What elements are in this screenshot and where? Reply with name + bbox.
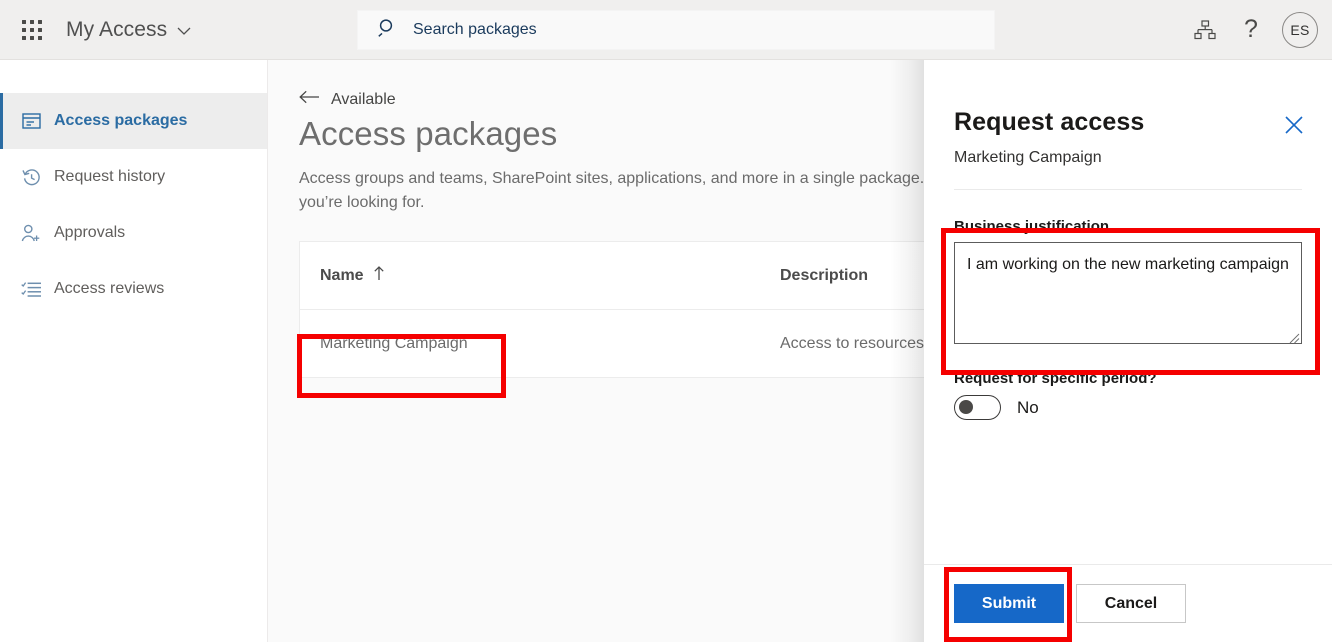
specific-period-field: Request for specific period? No <box>954 370 1302 420</box>
search-input[interactable]: Search packages <box>357 10 995 50</box>
sidebar-item-label: Approvals <box>54 224 125 242</box>
avatar-initials: ES <box>1290 22 1309 38</box>
column-header-name[interactable]: Name <box>320 265 780 286</box>
specific-period-value: No <box>1017 398 1039 418</box>
sidebar-item-approvals[interactable]: Approvals <box>0 205 267 261</box>
help-question-icon[interactable]: ? <box>1228 0 1274 59</box>
panel-title: Request access <box>954 108 1302 137</box>
panel-body: Business justification Request for speci… <box>924 190 1332 564</box>
toggle-knob <box>959 400 973 414</box>
request-access-panel: Request access Marketing Campaign Busine… <box>924 60 1332 642</box>
panel-header: Request access Marketing Campaign <box>924 60 1332 190</box>
header-actions: ? ES <box>1182 0 1332 59</box>
specific-period-toggle[interactable] <box>954 395 1001 420</box>
person-add-icon <box>20 224 42 243</box>
breadcrumb-label: Available <box>331 91 396 109</box>
sidebar-item-access-reviews[interactable]: Access reviews <box>0 261 267 317</box>
sidebar: Access packages Request history <box>0 60 268 642</box>
package-box-icon <box>20 112 42 130</box>
sidebar-item-label: Request history <box>54 168 165 186</box>
sidebar-item-access-packages[interactable]: Access packages <box>0 93 267 149</box>
specific-period-label: Request for specific period? <box>954 370 1302 387</box>
chevron-down-icon <box>177 18 191 42</box>
checklist-icon <box>20 281 42 298</box>
sort-ascending-arrow-icon <box>373 265 385 286</box>
top-header: My Access Search packages <box>0 0 1332 59</box>
column-header-description-label: Description <box>780 267 868 284</box>
history-clock-icon <box>20 168 42 187</box>
business-justification-label: Business justification <box>954 218 1302 235</box>
cell-name: Marketing Campaign <box>320 335 780 353</box>
search-icon <box>378 18 397 42</box>
business-justification-textarea[interactable] <box>954 242 1302 344</box>
panel-header-divider <box>954 189 1302 190</box>
specific-period-toggle-row: No <box>954 395 1302 420</box>
search-placeholder: Search packages <box>413 21 537 39</box>
panel-subtitle: Marketing Campaign <box>954 149 1302 167</box>
sidebar-item-request-history[interactable]: Request history <box>0 149 267 205</box>
column-header-name-label: Name <box>320 267 364 285</box>
app-title-menu[interactable]: My Access <box>66 18 191 42</box>
avatar[interactable]: ES <box>1282 12 1318 48</box>
org-hierarchy-icon[interactable] <box>1182 0 1228 59</box>
submit-button[interactable]: Submit <box>954 584 1064 623</box>
my-access-app: My Access Search packages <box>0 0 1332 642</box>
app-title-label: My Access <box>66 18 167 42</box>
app-launcher-grid <box>22 20 42 40</box>
business-justification-wrapper <box>954 242 1302 344</box>
app-launcher-icon[interactable] <box>8 0 56 59</box>
close-x-icon[interactable] <box>1281 112 1307 138</box>
sidebar-item-label: Access reviews <box>54 280 164 298</box>
cancel-button[interactable]: Cancel <box>1076 584 1186 623</box>
sidebar-top-spacer <box>0 60 267 93</box>
panel-footer: Submit Cancel <box>924 564 1332 642</box>
sidebar-item-label: Access packages <box>54 112 187 130</box>
arrow-left-icon <box>299 90 321 109</box>
